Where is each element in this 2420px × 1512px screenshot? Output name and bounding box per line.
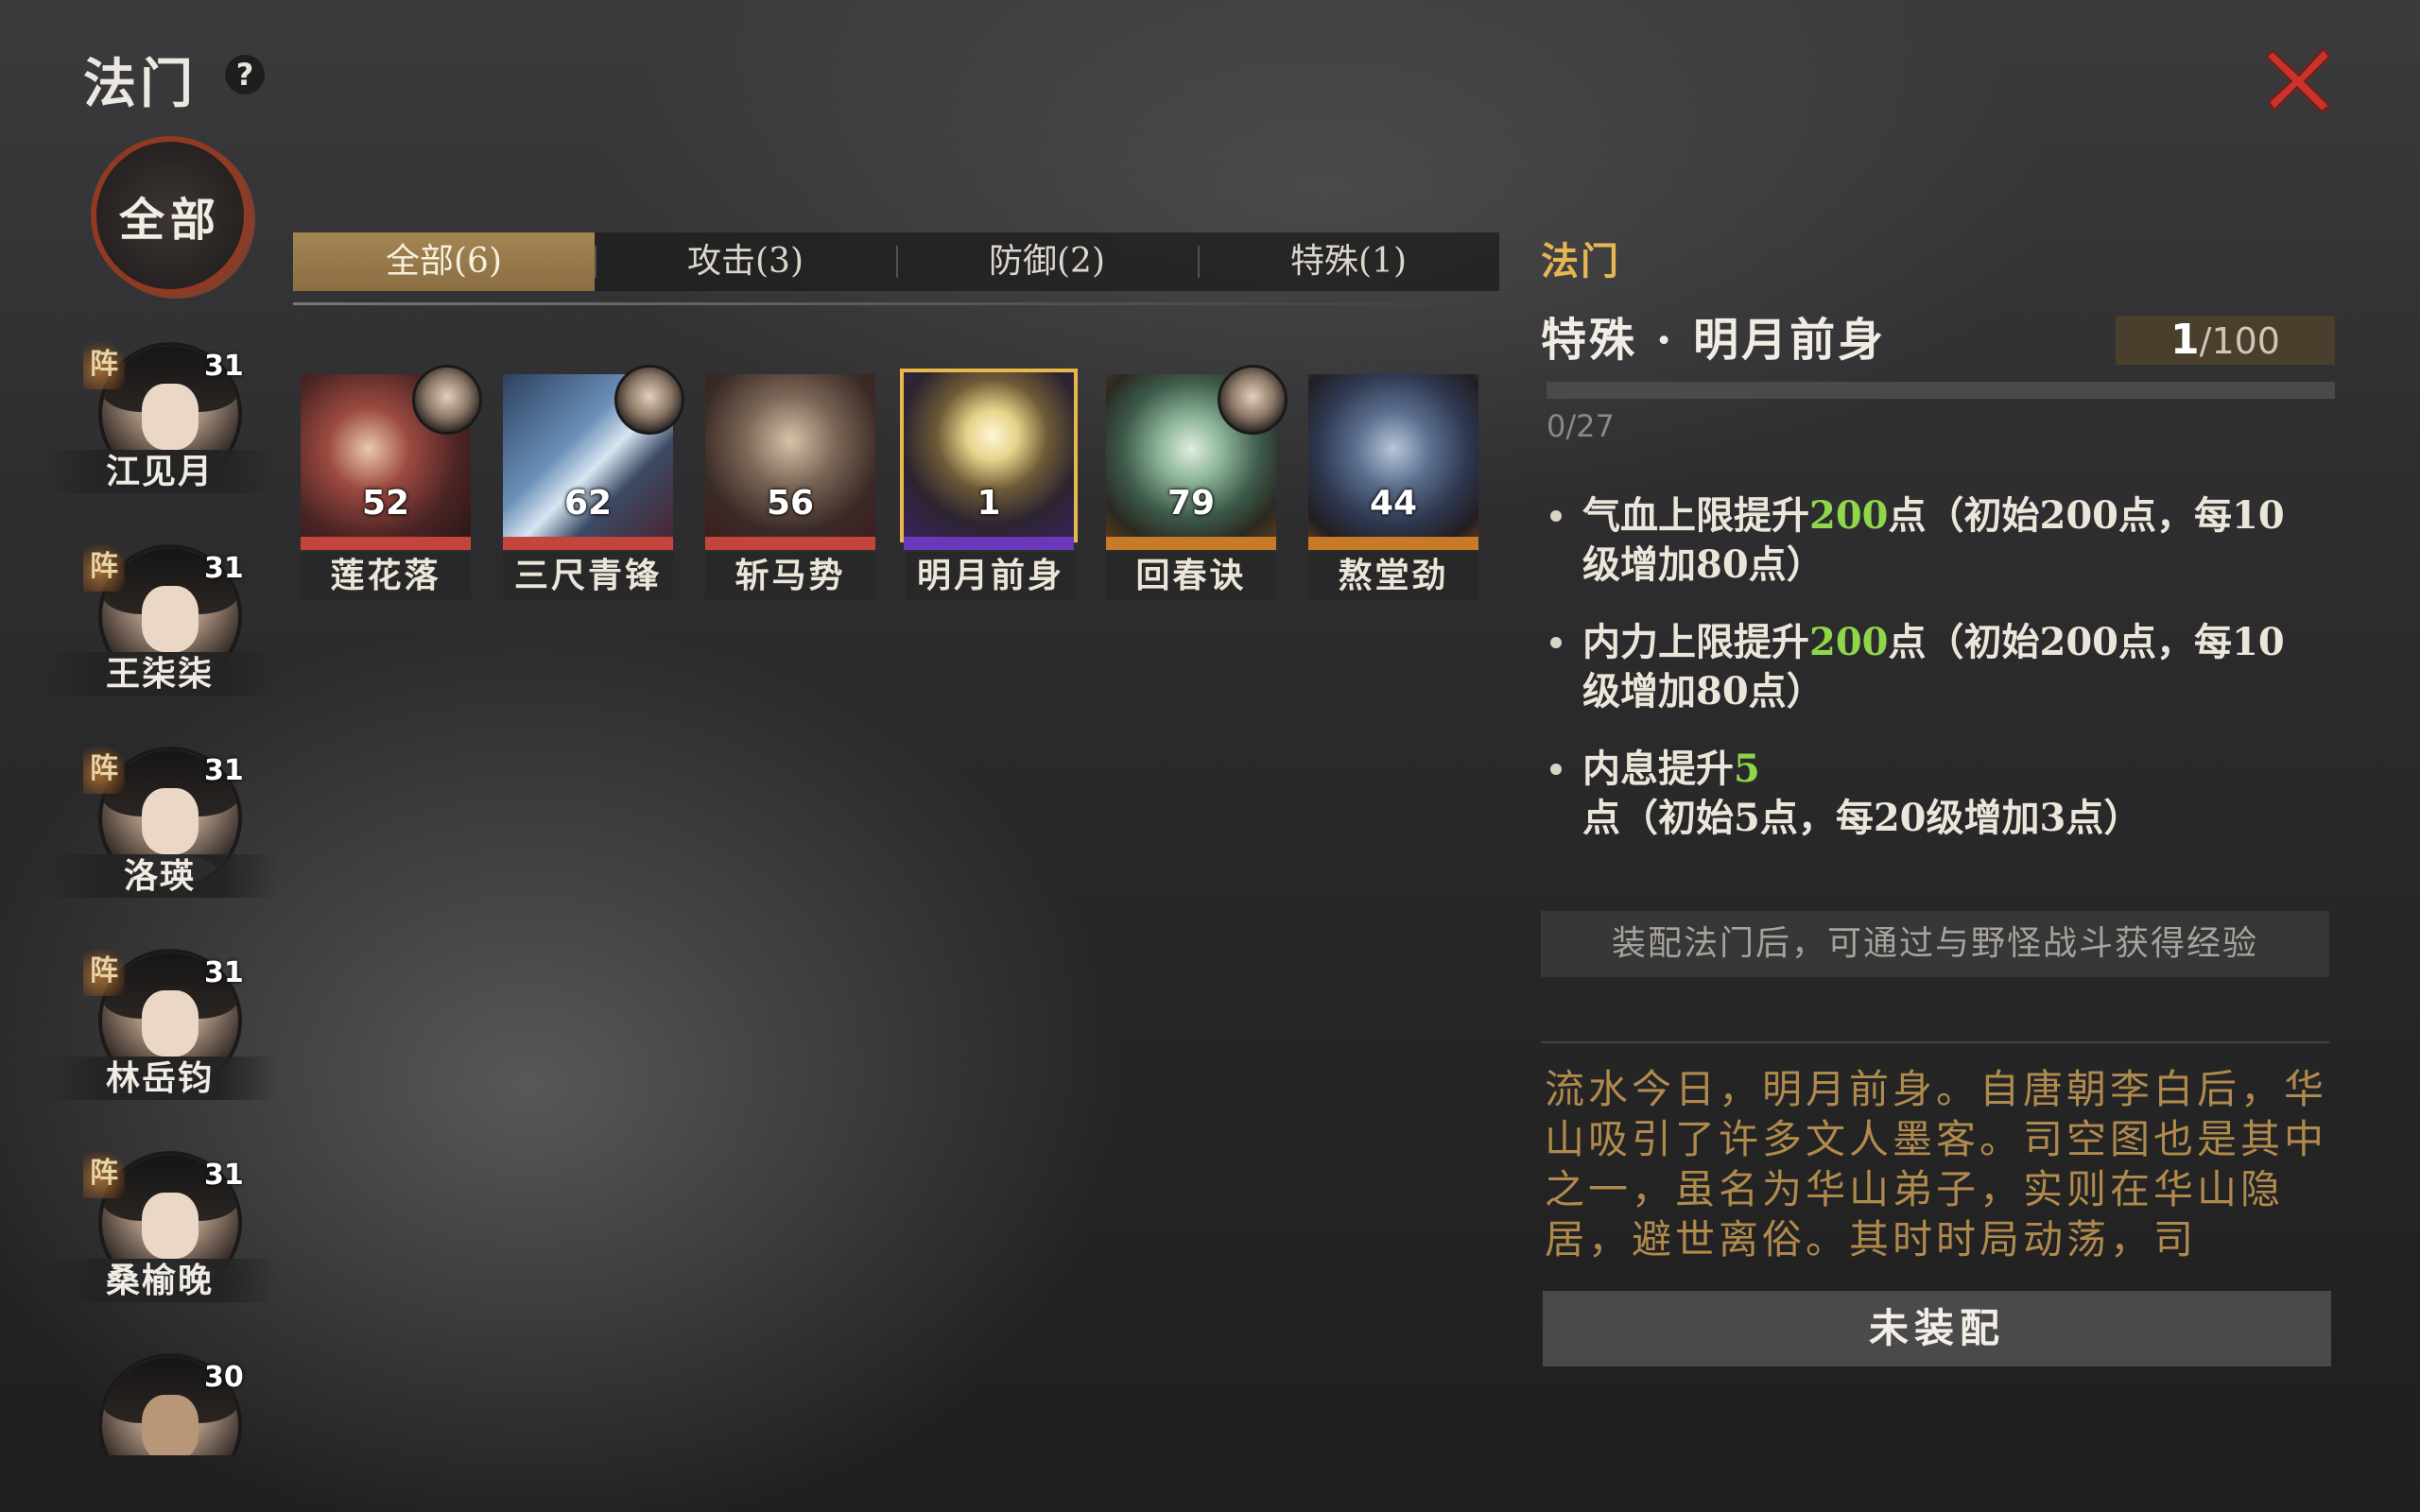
help-icon[interactable]: ? [225, 55, 265, 94]
skill-card[interactable]: 56 [705, 370, 875, 550]
skill-name: 斩马势 [705, 552, 875, 599]
skill-card[interactable]: 44 [1308, 370, 1478, 550]
effect-text: 内力上限提升 [1582, 620, 1809, 664]
page-title: 法门 [83, 53, 197, 115]
skill-count: 1 [977, 484, 1001, 523]
skill-name: 回春诀 [1106, 552, 1276, 599]
skill-card[interactable]: 62 [503, 365, 684, 550]
skill-count: 52 [361, 484, 410, 523]
tab-all[interactable]: 全部(6) [293, 232, 595, 291]
tab-special[interactable]: 特殊(1) [1198, 232, 1499, 291]
equip-button[interactable]: 未装配 [1543, 1291, 2331, 1366]
level-badge: 31 [204, 956, 244, 989]
section-label: 法门 [1541, 239, 1620, 284]
formation-badge: 阵 [83, 1149, 125, 1198]
skill-card[interactable]: 52 [301, 365, 482, 550]
level-badge: 30 [204, 1361, 244, 1394]
level-display: 1/100 [2116, 316, 2335, 365]
formation-badge: 阵 [83, 947, 125, 996]
effect-line: 内息提升5 点（初始5点，每20级增加3点） [1550, 745, 2316, 843]
effect-text: 气血上限提升 [1582, 493, 1809, 538]
skill-count: 56 [766, 484, 815, 523]
effect-text: 内息提升 [1582, 747, 1734, 791]
effect-value: 200 [1809, 620, 1889, 664]
skill-name: 三尺青锋 [503, 552, 673, 599]
character-name: 江见月 [42, 450, 278, 493]
character-name: 王柒柒 [42, 652, 278, 696]
level-badge: 31 [204, 350, 244, 383]
skill-count: 79 [1167, 484, 1216, 523]
close-button[interactable] [2263, 43, 2335, 115]
owner-avatar [1218, 365, 1288, 435]
roster-character[interactable]: 阵 31 江见月 [42, 331, 278, 520]
formation-badge: 阵 [83, 340, 125, 389]
skill-card-selected[interactable]: 1 [900, 369, 1078, 550]
effect-value: 200 [1809, 493, 1889, 538]
formation-badge: 阵 [83, 745, 125, 794]
xp-progress-bar [1547, 382, 2335, 399]
effect-line: 内力上限提升200点（初始200点，每10级增加80点） [1550, 618, 2316, 716]
tab-attack[interactable]: 攻击(3) [595, 232, 896, 291]
roster-character[interactable]: 30 [42, 1342, 278, 1455]
skill-count: 44 [1369, 484, 1418, 523]
level-current: 1 [2170, 316, 2200, 364]
skill-name: 明月前身 [906, 552, 1076, 599]
roster-character[interactable]: 阵 31 洛瑛 [42, 735, 278, 924]
tab-defense[interactable]: 防御(2) [896, 232, 1198, 291]
category-tabs: 全部(6) 攻击(3) 防御(2) 特殊(1) [293, 232, 1499, 291]
character-name: 洛瑛 [42, 854, 278, 898]
roster-character[interactable]: 阵 31 王柒柒 [42, 533, 278, 722]
skill-card[interactable]: 79 [1106, 365, 1288, 550]
level-badge: 31 [204, 1159, 244, 1192]
owner-avatar [412, 365, 482, 435]
skill-description: 流水今日，明月前身。自唐朝李白后，华山吸引了许多文人墨客。司空图也是其中之一，虽… [1545, 1066, 2328, 1263]
filter-all-label: 全部 [118, 194, 221, 247]
close-icon [2265, 47, 2331, 113]
skill-count: 62 [563, 484, 613, 523]
filter-all-button[interactable]: 全部 [96, 142, 244, 289]
roster-character[interactable]: 阵 31 林岳钧 [42, 937, 278, 1126]
divider [1541, 1041, 2329, 1043]
character-name: 桑榆晚 [42, 1259, 278, 1302]
skill-name: 莲花落 [301, 552, 471, 599]
effect-line: 气血上限提升200点（初始200点，每10级增加80点） [1550, 491, 2316, 590]
effect-value: 5 [1734, 747, 1760, 791]
level-badge: 31 [204, 754, 244, 787]
level-max: /100 [2199, 320, 2280, 362]
equip-notice: 装配法门后，可通过与野怪战斗获得经验 [1541, 911, 2329, 977]
formation-badge: 阵 [83, 542, 125, 592]
divider [293, 302, 1490, 305]
owner-avatar [614, 365, 684, 435]
skill-title: 特殊 · 明月前身 [1541, 314, 1887, 367]
xp-text: 0/27 [1547, 408, 1615, 444]
roster-character[interactable]: 阵 31 桑榆晚 [42, 1140, 278, 1329]
skill-name: 熬堂劲 [1308, 552, 1478, 599]
effect-text: 点（初始5点，每20级增加3点） [1582, 796, 2142, 840]
level-badge: 31 [204, 552, 244, 585]
character-name: 林岳钧 [42, 1057, 278, 1100]
